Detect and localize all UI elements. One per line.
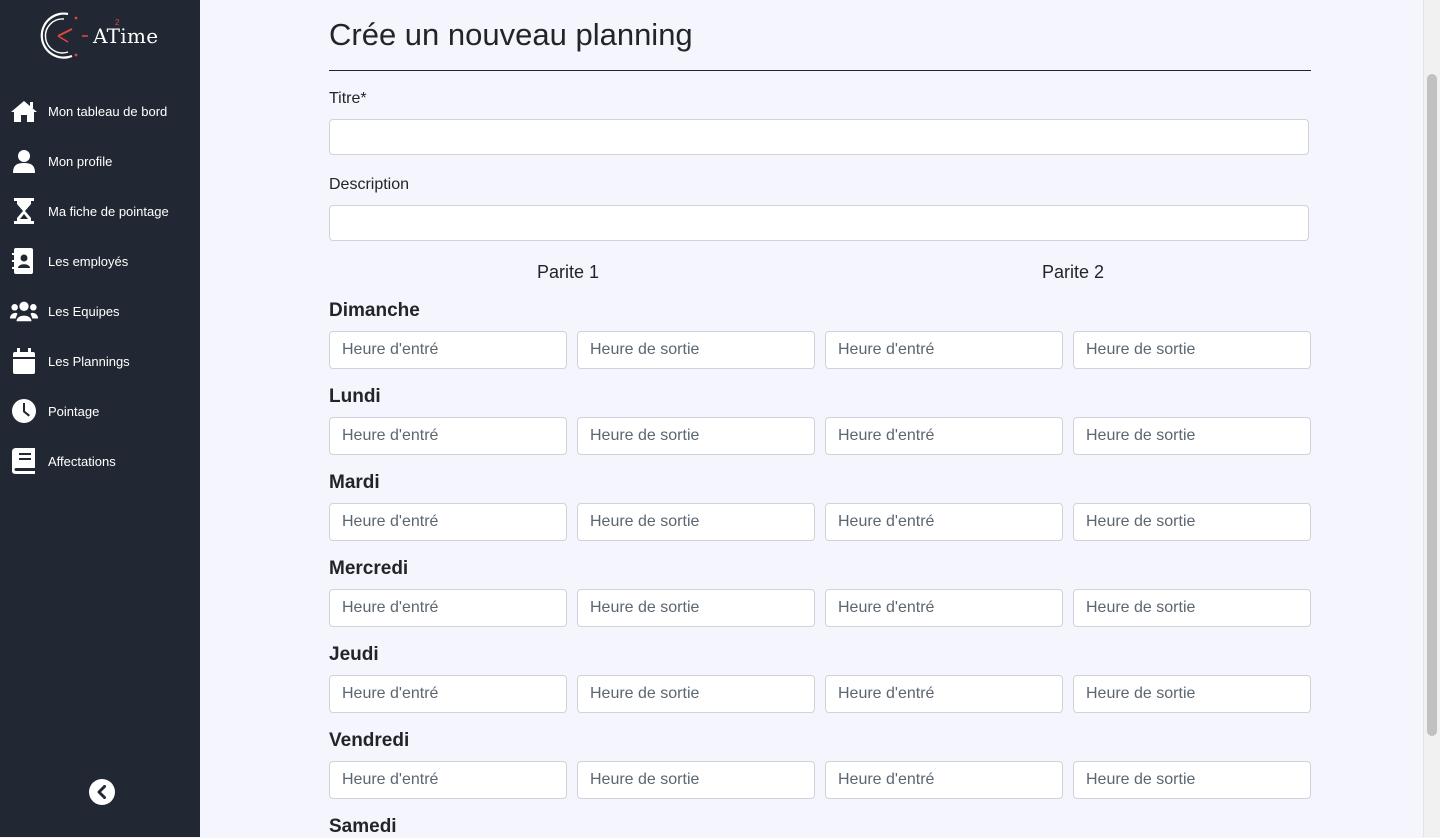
part1-exit-input[interactable]: [577, 331, 815, 369]
contact-book-icon: [10, 247, 38, 275]
part-1-label: Parite 1: [537, 262, 600, 282]
part2-exit-input[interactable]: [1073, 589, 1311, 627]
part2-exit-input[interactable]: [1073, 503, 1311, 541]
part1-entry-input[interactable]: [329, 675, 567, 713]
day-label: Mercredi: [329, 558, 409, 579]
part2-exit-input[interactable]: [1073, 761, 1311, 799]
day-label: Vendredi: [329, 730, 410, 751]
part1-exit-input[interactable]: [577, 589, 815, 627]
part1-exit-input[interactable]: [577, 417, 815, 455]
sidebar-item-label: Affectations: [48, 453, 116, 469]
users-icon: [10, 297, 38, 325]
clock-icon: [10, 397, 38, 425]
part2-exit-input[interactable]: [1073, 417, 1311, 455]
sidebar-item-dashboard[interactable]: Mon tableau de bord: [0, 91, 200, 131]
sidebar-item-plannings[interactable]: Les Plannings: [0, 341, 200, 381]
day-label: Jeudi: [329, 644, 379, 665]
sidebar-item-label: Ma fiche de pointage: [48, 203, 169, 219]
logo-superscript: 2: [115, 18, 120, 27]
logo-text: ATime: [93, 24, 159, 48]
sidebar-item-label: Mon tableau de bord: [48, 103, 168, 119]
part2-entry-input[interactable]: [825, 417, 1063, 455]
part2-entry-input[interactable]: [825, 761, 1063, 799]
title-divider: [329, 70, 1311, 71]
titre-input[interactable]: [329, 119, 1309, 155]
sidebar-item-teams[interactable]: Les Equipes: [0, 291, 200, 331]
sidebar-item-profile[interactable]: Mon profile: [0, 141, 200, 181]
part1-exit-input[interactable]: [577, 675, 815, 713]
sidebar-item-timesheet[interactable]: Ma fiche de pointage: [0, 191, 200, 231]
scrollbar-thumb[interactable]: [1427, 74, 1437, 736]
sidebar-collapse-button[interactable]: [89, 779, 115, 805]
part2-entry-input[interactable]: [825, 331, 1063, 369]
description-input[interactable]: [329, 205, 1309, 241]
sidebar-item-pointage[interactable]: Pointage: [0, 391, 200, 431]
part2-entry-input[interactable]: [825, 503, 1063, 541]
part1-entry-input[interactable]: [329, 417, 567, 455]
day-label: Lundi: [329, 386, 381, 407]
chevron-left-icon: [97, 785, 106, 799]
page-title: Crée un nouveau planning: [329, 17, 693, 52]
sidebar-item-label: Pointage: [48, 403, 100, 419]
part2-exit-input[interactable]: [1073, 331, 1311, 369]
day-label: Dimanche: [329, 300, 420, 321]
hourglass-icon: [10, 197, 38, 225]
day-label: Mardi: [329, 472, 380, 493]
part-2-label: Parite 2: [1042, 262, 1105, 282]
part1-exit-input[interactable]: [577, 503, 815, 541]
sidebar: ATime 2 Mon tableau de bord Mon profile …: [0, 0, 200, 837]
user-icon: [10, 147, 38, 175]
part1-entry-input[interactable]: [329, 503, 567, 541]
part2-exit-input[interactable]: [1073, 675, 1311, 713]
part1-entry-input[interactable]: [329, 761, 567, 799]
book-icon: [10, 447, 38, 475]
sidebar-item-label: Les employés: [48, 253, 129, 269]
part1-entry-input[interactable]: [329, 589, 567, 627]
calendar-icon: [10, 347, 38, 375]
part2-entry-input[interactable]: [825, 675, 1063, 713]
app-logo: ATime 2: [38, 10, 168, 62]
day-label: Samedi: [329, 816, 397, 837]
home-icon: [10, 97, 38, 125]
logo-clock-icon: [40, 12, 88, 59]
main-content: Crée un nouveau planning Titre* Descript…: [200, 0, 1423, 837]
sidebar-item-label: Les Equipes: [48, 303, 120, 319]
sidebar-item-affectations[interactable]: Affectations: [0, 441, 200, 481]
page-scrollbar[interactable]: [1423, 0, 1440, 837]
part1-exit-input[interactable]: [577, 761, 815, 799]
sidebar-item-label: Les Plannings: [48, 353, 130, 369]
part1-entry-input[interactable]: [329, 331, 567, 369]
description-label: Description: [329, 176, 410, 193]
titre-label: Titre*: [329, 90, 367, 107]
sidebar-item-label: Mon profile: [48, 153, 113, 169]
sidebar-item-employees[interactable]: Les employés: [0, 241, 200, 281]
part2-entry-input[interactable]: [825, 589, 1063, 627]
